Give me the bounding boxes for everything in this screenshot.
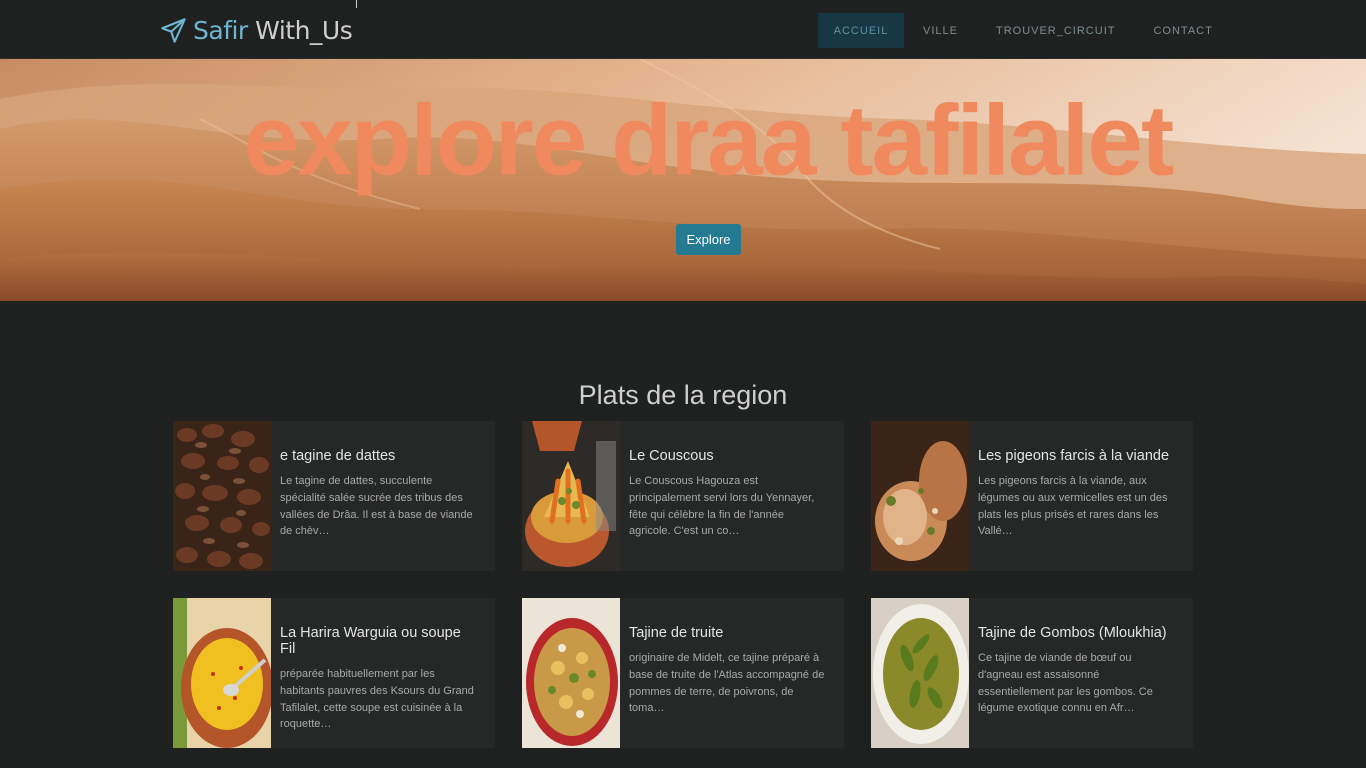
brand-name-part1: Safir [193,15,248,45]
text-cursor [356,0,357,8]
main-nav: ACCUEIL VILLE TROUVER_CIRCUIT CONTACT [818,13,1232,48]
dish-card[interactable]: Les pigeons farcis à la viande Les pigeo… [871,421,1193,571]
dish-title: Tajine de truite [629,625,724,641]
dish-description: Les pigeons farcis à la viande, aux légu… [978,475,1168,538]
explore-button[interactable]: Explore [676,224,741,255]
dish-title: Les pigeons farcis à la viande [978,448,1170,464]
brand-name-part2: With_Us [255,15,353,45]
dish-description: Ce tajine de viande de bœuf ou d'agneau … [978,652,1153,715]
nav-item-accueil[interactable]: ACCUEIL [818,13,904,48]
dates-tagine-image [173,421,271,571]
nav-item-contact[interactable]: CONTACT [1134,13,1231,48]
brand-logo-link[interactable]: Safir With_Us [160,12,353,48]
hero-title: explore draa tafilalet [243,84,1175,197]
hero-banner: explore draa tafilalet Explore [0,59,1366,301]
paper-plane-icon [161,17,186,43]
okra-tajine-image [871,598,969,748]
trout-tajine-image [522,598,620,748]
dish-title: Le Couscous [629,448,714,464]
dish-card[interactable]: Le Couscous Le Couscous Hagouza est prin… [522,421,844,571]
stuffed-pigeons-image [871,421,969,571]
dish-title: La Harira Warguia ou soupe Fil [280,625,461,657]
nav-item-ville[interactable]: VILLE [904,13,977,48]
dish-description: Le tagine de dattes, succulente spéciali… [280,475,473,538]
dish-description: originaire de Midelt, ce tajine préparé … [629,652,825,715]
dish-card[interactable]: Tajine de truite originaire de Midelt, c… [522,598,844,748]
dish-title: e tagine de dattes [280,448,396,464]
dish-card[interactable]: e tagine de dattes Le tagine de dattes, … [173,421,495,571]
couscous-image [522,421,620,571]
dish-card[interactable]: Tajine de Gombos (Mloukhia) Ce tajine de… [871,598,1193,748]
dish-description: préparée habituellement par les habitant… [280,668,474,731]
navbar: Safir With_Us ACCUEIL VILLE TROUVER_CIRC… [0,0,1366,59]
section-title: Plats de la region [578,380,788,410]
dish-card[interactable]: La Harira Warguia ou soupe Fil préparée … [173,598,495,748]
dish-description: Le Couscous Hagouza est principalement s… [629,475,815,538]
harira-soup-image [173,598,271,748]
nav-item-trouver-circuit[interactable]: TROUVER_CIRCUIT [977,13,1135,48]
dish-title: Tajine de Gombos (Mloukhia) [978,625,1167,641]
